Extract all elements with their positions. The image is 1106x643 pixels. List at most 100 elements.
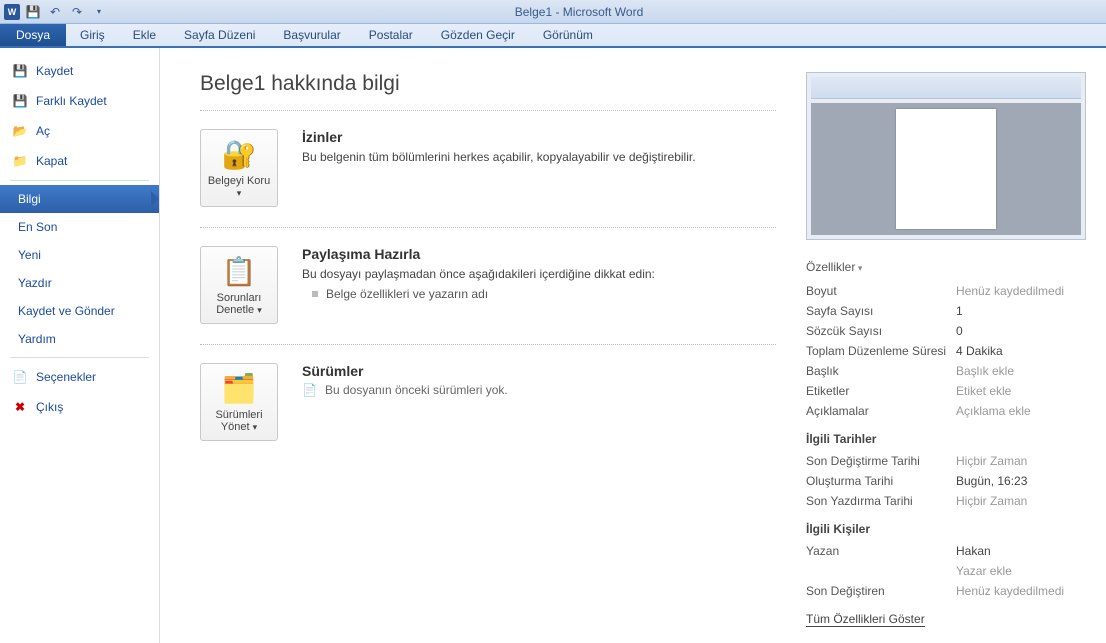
- bullet-text: Belge özellikleri ve yazarın adı: [326, 287, 488, 301]
- nav-close[interactable]: 📁Kapat: [0, 146, 159, 176]
- tab-home[interactable]: Giriş: [66, 24, 119, 46]
- divider: [200, 110, 776, 111]
- prop-label: Etiketler: [806, 384, 956, 398]
- section-text: Sürümler 📄 Bu dosyanın önceki sürümleri …: [302, 363, 508, 441]
- section-versions: 🗂️ Sürümleri Yönet ▾ Sürümler 📄 Bu dosya…: [200, 363, 776, 441]
- title-bar: W 💾 ↶ ↷ ▾ Belge1 - Microsoft Word: [0, 0, 1106, 24]
- nav-label: Yeni: [18, 248, 41, 262]
- button-label: Sürümleri Yönet ▾: [205, 409, 273, 433]
- prop-modified: Son Değiştirme TarihiHiçbir Zaman: [806, 454, 1086, 468]
- tab-view[interactable]: Görünüm: [529, 24, 607, 46]
- nav-help[interactable]: Yardım: [0, 325, 159, 353]
- nav-exit[interactable]: ✖Çıkış: [0, 392, 159, 422]
- thumbnail-page-area: [811, 103, 1081, 235]
- save-as-icon: 💾: [12, 93, 28, 109]
- nav-recent[interactable]: En Son: [0, 213, 159, 241]
- prop-value: Başlık ekle: [956, 364, 1014, 378]
- nav-open[interactable]: 📂 Aç: [0, 116, 159, 146]
- related-people-header: İlgili Kişiler: [806, 522, 1086, 536]
- prop-size: BoyutHenüz kaydedilmedi: [806, 284, 1086, 298]
- section-prepare-share: 📋 Sorunları Denetle ▾ Paylaşıma Hazırla …: [200, 246, 776, 324]
- check-issues-button[interactable]: 📋 Sorunları Denetle ▾: [200, 246, 278, 324]
- document-thumbnail[interactable]: [806, 72, 1086, 240]
- nav-save-send[interactable]: Kaydet ve Gönder: [0, 297, 159, 325]
- info-content: Belge1 hakkında bilgi 🔐 Belgeyi Koru ▾ İ…: [200, 72, 776, 633]
- tab-mailings[interactable]: Postalar: [355, 24, 427, 46]
- nav-separator: [10, 357, 149, 358]
- section-title: Paylaşıma Hazırla: [302, 246, 655, 262]
- nav-label: En Son: [18, 220, 57, 234]
- tab-references[interactable]: Başvurular: [269, 24, 354, 46]
- redo-icon[interactable]: ↷: [68, 3, 86, 21]
- prop-label: Sayfa Sayısı: [806, 304, 956, 318]
- prop-add-author[interactable]: Yazar ekle: [806, 564, 1086, 578]
- section-permissions: 🔐 Belgeyi Koru ▾ İzinler Bu belgenin tüm…: [200, 129, 776, 207]
- button-label: Sorunları Denetle ▾: [205, 292, 273, 316]
- tab-review[interactable]: Gözden Geçir: [427, 24, 529, 46]
- show-all-properties-link[interactable]: Tüm Özellikleri Göster: [806, 612, 925, 627]
- properties-panel: Özellikler BoyutHenüz kaydedilmedi Sayfa…: [806, 72, 1086, 633]
- prop-comments[interactable]: AçıklamalarAçıklama ekle: [806, 404, 1086, 418]
- options-icon: 📄: [12, 369, 28, 385]
- prop-created: Oluşturma TarihiBugün, 16:23: [806, 474, 1086, 488]
- tab-file[interactable]: Dosya: [0, 24, 66, 46]
- nav-label: Yardım: [18, 332, 56, 346]
- section-desc: Bu dosyanın önceki sürümleri yok.: [325, 383, 508, 397]
- nav-label: Kaydet: [36, 64, 73, 78]
- prop-value: Hiçbir Zaman: [956, 494, 1027, 508]
- lock-key-icon: 🔐: [222, 138, 257, 171]
- prop-label: Son Değiştiren: [806, 584, 956, 598]
- prop-printed: Son Yazdırma TarihiHiçbir Zaman: [806, 494, 1086, 508]
- prop-last-modified-by: Son DeğiştirenHenüz kaydedilmedi: [806, 584, 1086, 598]
- nav-new[interactable]: Yeni: [0, 241, 159, 269]
- prop-value: Bugün, 16:23: [956, 474, 1027, 488]
- prop-label: Açıklamalar: [806, 404, 956, 418]
- related-dates-header: İlgili Tarihler: [806, 432, 1086, 446]
- nav-options[interactable]: 📄Seçenekler: [0, 362, 159, 392]
- prop-value: Henüz kaydedilmedi: [956, 584, 1064, 598]
- thumbnail-page: [896, 109, 996, 229]
- quick-access-toolbar: W 💾 ↶ ↷ ▾: [0, 3, 112, 21]
- nav-label: Aç: [36, 124, 50, 138]
- manage-versions-button[interactable]: 🗂️ Sürümleri Yönet ▾: [200, 363, 278, 441]
- prop-author: YazanHakan: [806, 544, 1086, 558]
- divider: [200, 344, 776, 345]
- nav-save[interactable]: 💾 Kaydet: [0, 56, 159, 86]
- prop-words: Sözcük Sayısı0: [806, 324, 1086, 338]
- section-desc: Bu dosyayı paylaşmadan önce aşağıdakiler…: [302, 266, 655, 283]
- prop-value: Hakan: [956, 544, 991, 558]
- section-title: Sürümler: [302, 363, 508, 379]
- tab-insert[interactable]: Ekle: [119, 24, 170, 46]
- prop-value: 0: [956, 324, 963, 338]
- qat-dropdown-icon[interactable]: ▾: [90, 3, 108, 21]
- prop-title[interactable]: BaşlıkBaşlık ekle: [806, 364, 1086, 378]
- prop-value: Yazar ekle: [956, 564, 1012, 578]
- nav-info[interactable]: Bilgi: [0, 185, 159, 213]
- divider: [200, 227, 776, 228]
- prop-tags[interactable]: EtiketlerEtiket ekle: [806, 384, 1086, 398]
- undo-icon[interactable]: ↶: [46, 3, 64, 21]
- prop-value: Açıklama ekle: [956, 404, 1031, 418]
- tab-layout[interactable]: Sayfa Düzeni: [170, 24, 269, 46]
- save-icon[interactable]: 💾: [24, 3, 42, 21]
- prop-value: Etiket ekle: [956, 384, 1011, 398]
- button-label: Belgeyi Koru ▾: [205, 175, 273, 199]
- properties-dropdown[interactable]: Özellikler: [806, 260, 1086, 274]
- save-icon: 💾: [12, 63, 28, 79]
- nav-label: Kapat: [36, 154, 67, 168]
- nav-separator: [10, 180, 149, 181]
- nav-label: Kaydet ve Gönder: [18, 304, 115, 318]
- nav-save-as[interactable]: 💾Farklı Kaydet: [0, 86, 159, 116]
- window-title: Belge1 - Microsoft Word: [112, 5, 1106, 19]
- prop-edit-time: Toplam Düzenleme Süresi4 Dakika: [806, 344, 1086, 358]
- nav-print[interactable]: Yazdır: [0, 269, 159, 297]
- prop-value: Henüz kaydedilmedi: [956, 284, 1064, 298]
- nav-label: Yazdır: [18, 276, 52, 290]
- folder-open-icon: 📂: [12, 123, 28, 139]
- prop-pages: Sayfa Sayısı1: [806, 304, 1086, 318]
- bullet-icon: [312, 291, 318, 297]
- backstage: 💾Kaydet 💾Farklı Kaydet 📂Aç 📁Kapat Bilgi …: [0, 48, 1106, 643]
- prop-label: Boyut: [806, 284, 956, 298]
- backstage-main: Belge1 hakkında bilgi 🔐 Belgeyi Koru ▾ İ…: [160, 48, 1106, 643]
- protect-document-button[interactable]: 🔐 Belgeyi Koru ▾: [200, 129, 278, 207]
